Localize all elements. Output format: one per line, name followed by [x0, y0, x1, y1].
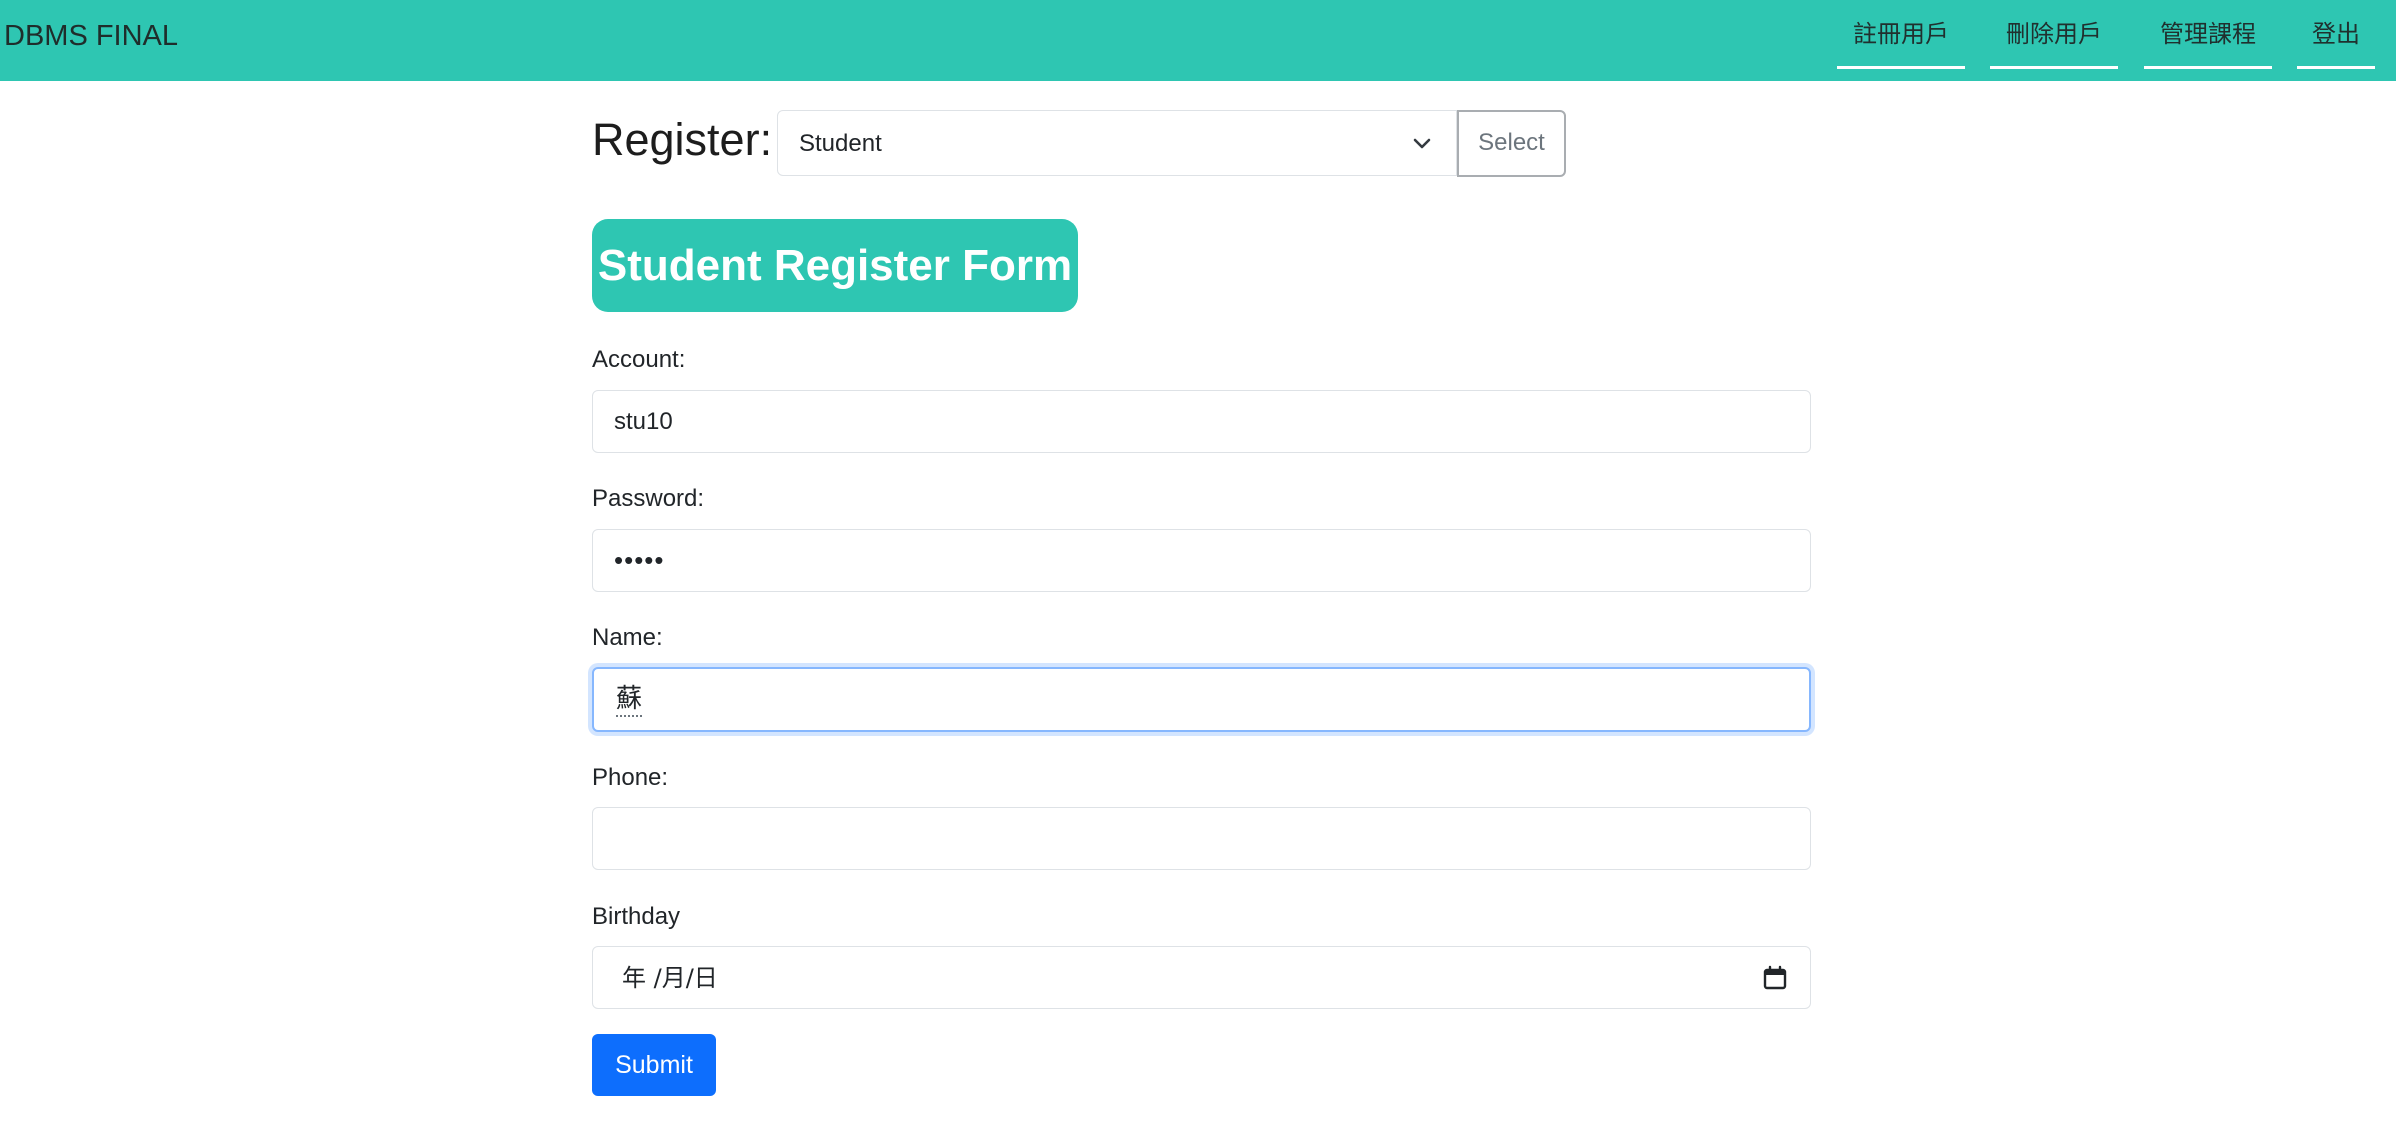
- brand-title[interactable]: DBMS FINAL: [4, 18, 178, 54]
- account-input[interactable]: stu10: [592, 390, 1811, 453]
- submit-button[interactable]: Submit: [592, 1034, 716, 1096]
- name-input[interactable]: 蘇: [592, 667, 1811, 732]
- birthday-input[interactable]: 年 /月/日: [592, 946, 1811, 1009]
- form-heading: Student Register Form: [592, 219, 1078, 312]
- password-label: Password:: [592, 485, 705, 512]
- role-select-value: Student: [799, 130, 882, 157]
- name-label: Name:: [592, 624, 663, 651]
- password-input[interactable]: •••••: [592, 529, 1811, 592]
- nav-register-user[interactable]: 註冊用戶: [1837, 16, 1965, 69]
- nav-delete-user[interactable]: 刪除用戶: [1990, 16, 2118, 69]
- chevron-down-icon: [1413, 138, 1431, 149]
- calendar-icon[interactable]: [1762, 965, 1788, 991]
- register-title: Register:: [592, 114, 773, 165]
- name-value: 蘇: [616, 683, 643, 717]
- account-value: stu10: [614, 408, 673, 435]
- phone-input[interactable]: [592, 807, 1811, 870]
- password-value: •••••: [614, 545, 665, 575]
- birthday-placeholder: 年 /月/日: [622, 964, 718, 992]
- nav-manage-courses[interactable]: 管理課程: [2144, 16, 2272, 69]
- nav-logout[interactable]: 登出: [2297, 16, 2375, 69]
- role-select[interactable]: Student: [777, 110, 1457, 176]
- top-navbar: DBMS FINAL 註冊用戶 刪除用戶 管理課程 登出: [0, 0, 2396, 81]
- select-button[interactable]: Select: [1457, 110, 1566, 177]
- account-label: Account:: [592, 346, 686, 373]
- birthday-label: Birthday: [592, 903, 681, 930]
- phone-label: Phone:: [592, 764, 669, 791]
